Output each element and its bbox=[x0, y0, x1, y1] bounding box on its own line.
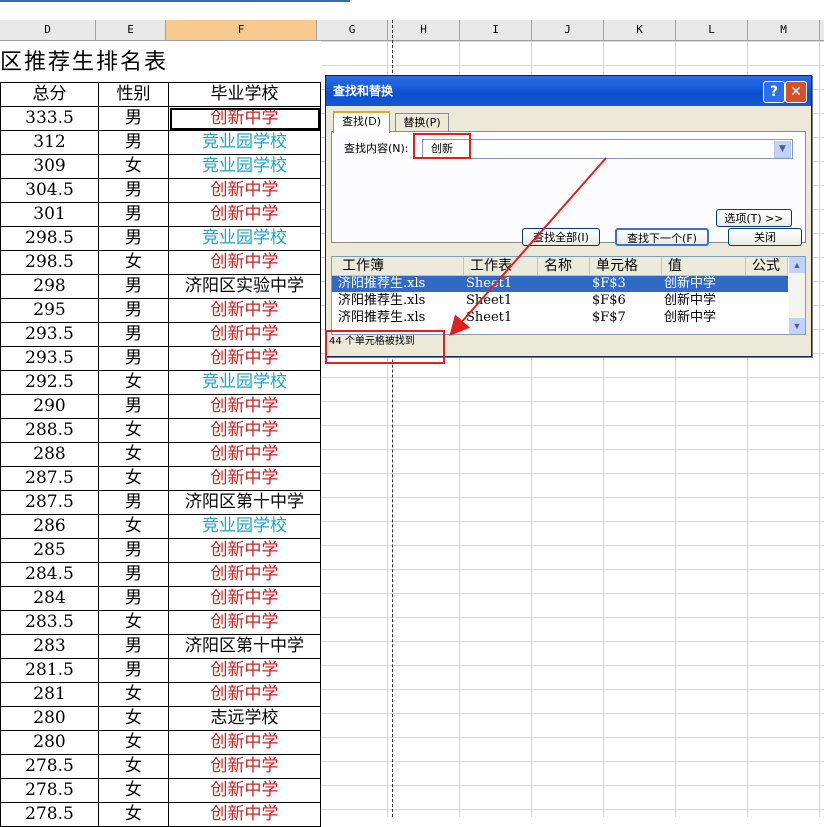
annotation-arrow bbox=[449, 157, 607, 337]
tab-find[interactable]: 查找(D) bbox=[333, 111, 390, 133]
